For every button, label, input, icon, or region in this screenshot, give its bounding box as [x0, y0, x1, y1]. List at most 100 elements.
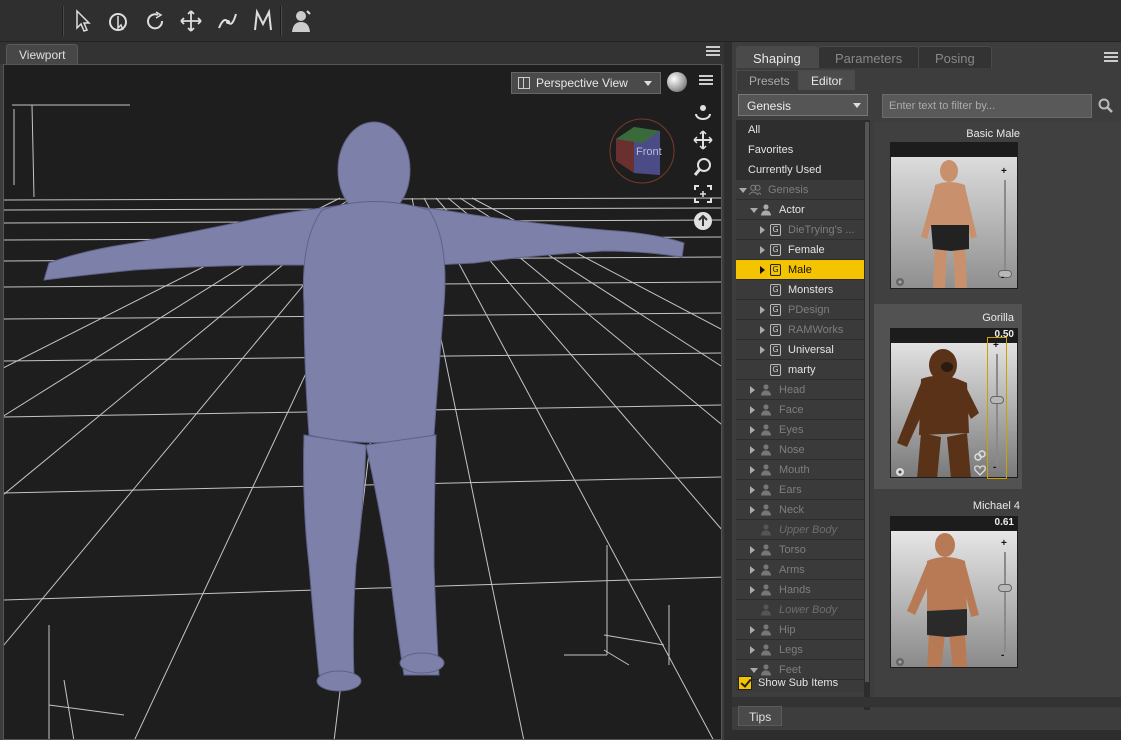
collapse-arrow-icon[interactable]: [739, 188, 747, 193]
filter-input[interactable]: Enter text to filter by...: [882, 94, 1092, 118]
tree-item-nose[interactable]: Nose: [736, 440, 864, 460]
slider-knob[interactable]: [990, 396, 1004, 404]
category-currently-used[interactable]: Currently Used: [736, 160, 864, 180]
minus-icon[interactable]: -: [993, 462, 996, 473]
collapse-arrow-icon[interactable]: [750, 668, 758, 673]
tree-item-ears[interactable]: Ears: [736, 480, 864, 500]
show-sub-items[interactable]: Show Sub Items: [738, 674, 838, 692]
tree-item-legs[interactable]: Legs: [736, 640, 864, 660]
plus-icon[interactable]: +: [1001, 538, 1007, 549]
expand-arrow-icon[interactable]: [750, 506, 755, 514]
view-cube[interactable]: Front: [604, 113, 680, 185]
tab-parameters[interactable]: Parameters: [818, 46, 920, 68]
minus-icon[interactable]: -: [1001, 272, 1004, 283]
expand-arrow-icon[interactable]: [750, 386, 755, 394]
pane-menu-icon[interactable]: [706, 46, 720, 58]
link-icon[interactable]: [974, 450, 986, 462]
tab-posing[interactable]: Posing: [918, 46, 992, 68]
expand-arrow-icon[interactable]: [750, 626, 755, 634]
expand-arrow-icon[interactable]: [760, 346, 765, 354]
camera-select[interactable]: Perspective View: [511, 72, 661, 94]
expand-arrow-icon[interactable]: [750, 566, 755, 574]
tree-item-pdesign[interactable]: G PDesign: [736, 300, 864, 320]
viewport-menu-icon[interactable]: [699, 75, 713, 87]
translate-icon[interactable]: [176, 6, 206, 36]
tab-editor[interactable]: Editor: [798, 70, 856, 90]
tree-item-universal[interactable]: G Universal: [736, 340, 864, 360]
expand-arrow-icon[interactable]: [750, 406, 755, 414]
figure-icon[interactable]: [286, 6, 316, 36]
draw-style-icon[interactable]: [667, 72, 687, 92]
expand-arrow-icon[interactable]: [760, 326, 765, 334]
tree-item-lower-body[interactable]: Lower Body: [736, 600, 864, 620]
morph-slider[interactable]: + -: [996, 166, 1014, 286]
tree-item-marty[interactable]: G marty: [736, 360, 864, 380]
expand-arrow-icon[interactable]: [760, 306, 765, 314]
pane-menu-icon[interactable]: [1104, 52, 1118, 64]
category-all[interactable]: All: [736, 120, 864, 140]
tree-item-monsters[interactable]: G Monsters: [736, 280, 864, 300]
expand-arrow-icon[interactable]: [760, 246, 765, 254]
tree-item-arms[interactable]: Arms: [736, 560, 864, 580]
expand-arrow-icon[interactable]: [750, 486, 755, 494]
tree-item-hands[interactable]: Hands: [736, 580, 864, 600]
scrollbar-thumb[interactable]: [865, 122, 869, 682]
node-select-icon[interactable]: [104, 6, 134, 36]
tree-item-ramworks[interactable]: G RAMWorks: [736, 320, 864, 340]
rotate-icon[interactable]: [140, 6, 170, 36]
morph-slider[interactable]: + -: [987, 337, 1007, 479]
search-icon[interactable]: [1098, 98, 1114, 114]
tree-item-mouth[interactable]: Mouth: [736, 460, 864, 480]
heart-icon[interactable]: [974, 464, 986, 476]
expand-arrow-icon[interactable]: [750, 466, 755, 474]
expand-arrow-icon[interactable]: [750, 426, 755, 434]
tree-item-upper-body[interactable]: Upper Body: [736, 520, 864, 540]
expand-arrow-icon[interactable]: [750, 586, 755, 594]
joint-editor-icon[interactable]: [212, 6, 242, 36]
tree-item-male[interactable]: G Male: [736, 260, 864, 280]
morph-slider[interactable]: + -: [996, 538, 1014, 668]
tree-item-actor[interactable]: Actor: [736, 200, 864, 220]
viewport-3d[interactable]: Perspective View Front: [3, 64, 722, 740]
expand-arrow-icon[interactable]: [760, 226, 765, 234]
plus-icon[interactable]: +: [1001, 166, 1007, 177]
morph-card-michael-4[interactable]: Michael 4 0.61 + -: [880, 494, 1028, 694]
expand-arrow-icon[interactable]: [760, 266, 765, 274]
plus-icon[interactable]: +: [993, 340, 999, 351]
expand-arrow-icon[interactable]: [750, 546, 755, 554]
tree-item-neck[interactable]: Neck: [736, 500, 864, 520]
morph-card-gorilla[interactable]: Gorilla 0.50 + -: [874, 304, 1022, 489]
pane-splitter[interactable]: [724, 42, 732, 740]
tree-item-genesis[interactable]: Genesis: [736, 180, 864, 200]
reset-camera-icon[interactable]: [691, 209, 715, 233]
tab-viewport[interactable]: Viewport: [6, 44, 79, 64]
gear-icon[interactable]: [894, 276, 906, 288]
gear-icon[interactable]: [894, 656, 906, 668]
gear-icon[interactable]: [894, 466, 906, 478]
expand-arrow-icon[interactable]: [750, 446, 755, 454]
morph-icon[interactable]: [248, 6, 278, 36]
expand-arrow-icon[interactable]: [750, 646, 755, 654]
pan-icon[interactable]: [691, 128, 715, 152]
morph-card-basic-male[interactable]: Basic Male + -: [880, 122, 1028, 297]
tab-tips[interactable]: Tips: [738, 706, 783, 726]
select-tool-icon[interactable]: [68, 6, 98, 36]
slider-knob[interactable]: [998, 584, 1012, 592]
show-sub-items-checkbox[interactable]: [738, 676, 752, 690]
tab-shaping[interactable]: Shaping: [736, 46, 818, 68]
category-favorites[interactable]: Favorites: [736, 140, 864, 160]
tree-item-dietrying[interactable]: G DieTrying's ...: [736, 220, 864, 240]
minus-icon[interactable]: -: [1001, 650, 1004, 661]
frame-icon[interactable]: [691, 182, 715, 206]
category-scrollbar[interactable]: [864, 120, 870, 710]
tab-presets[interactable]: Presets: [736, 70, 803, 90]
figure-select[interactable]: Genesis: [738, 94, 868, 116]
tree-item-eyes[interactable]: Eyes: [736, 420, 864, 440]
collapse-arrow-icon[interactable]: [750, 208, 758, 213]
tree-item-torso[interactable]: Torso: [736, 540, 864, 560]
tree-item-hip[interactable]: Hip: [736, 620, 864, 640]
tree-item-female[interactable]: G Female: [736, 240, 864, 260]
orbit-icon[interactable]: [691, 101, 715, 125]
tree-item-head[interactable]: Head: [736, 380, 864, 400]
tree-item-face[interactable]: Face: [736, 400, 864, 420]
